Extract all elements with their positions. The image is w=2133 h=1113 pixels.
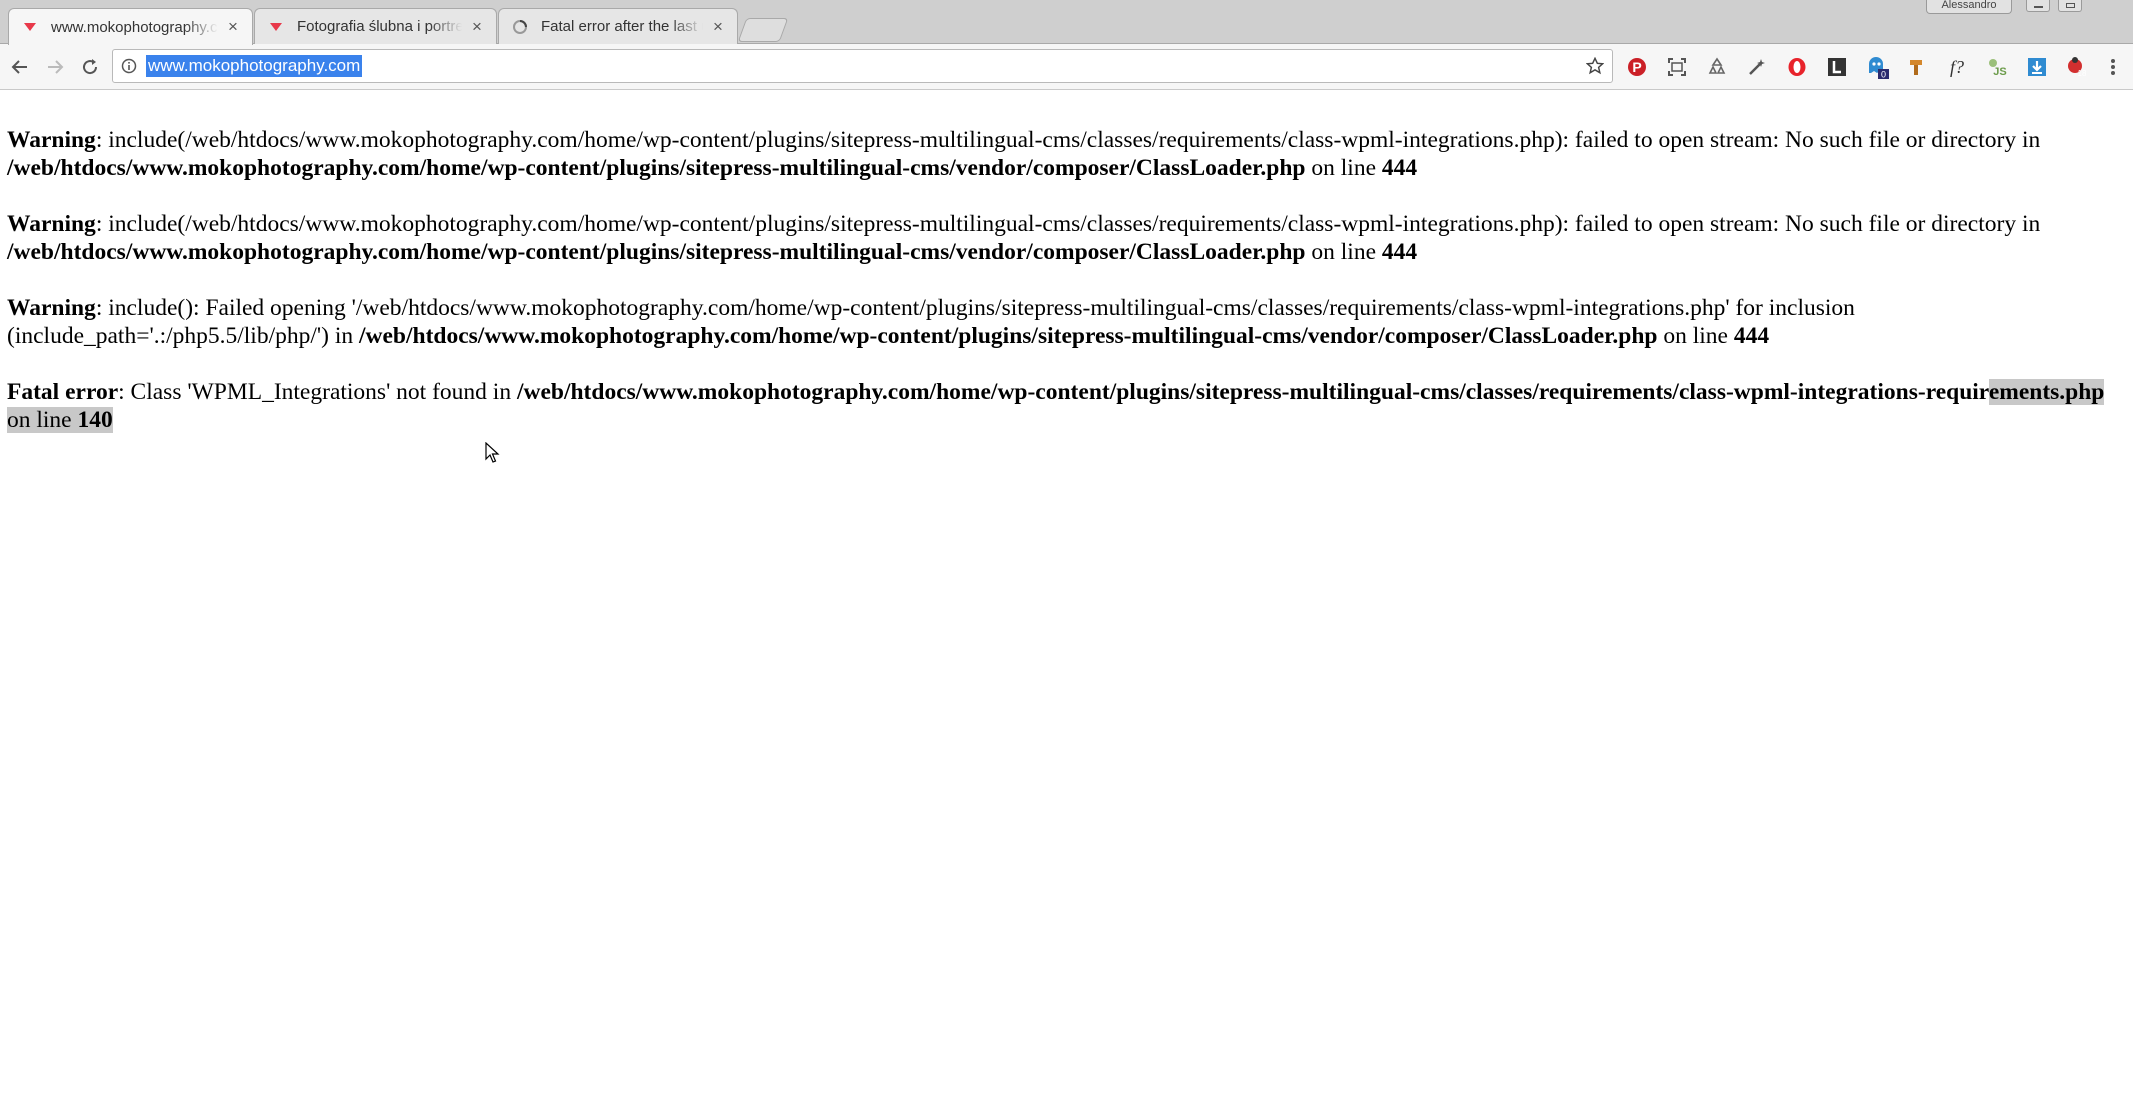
menu-icon[interactable] bbox=[2105, 55, 2121, 79]
address-bar[interactable]: www.mokophotography.com bbox=[112, 49, 1613, 83]
page-content: Warning: include(/web/htdocs/www.mokopho… bbox=[7, 126, 2107, 462]
site-info-icon[interactable] bbox=[121, 58, 137, 79]
tab-fatal-error[interactable]: Fatal error after the last update × bbox=[498, 8, 738, 44]
file-path: /web/htdocs/www.mokophotography.com/home… bbox=[7, 155, 1306, 181]
line-number: 444 bbox=[1381, 155, 1418, 181]
svg-text:JS: JS bbox=[1993, 66, 2006, 78]
tab-strip: www.mokophotography.com × Fotografia ślu… bbox=[0, 0, 2133, 45]
ladybug-icon[interactable]: 18 bbox=[2065, 55, 2089, 79]
file-path: /web/htdocs/www.mokophotography.com/home… bbox=[358, 323, 1658, 349]
line-number: 444 bbox=[1381, 239, 1418, 265]
profile-button[interactable]: Alessandro bbox=[1926, 0, 2012, 14]
error-message: Warning: include(/web/htdocs/www.mokopho… bbox=[7, 211, 2041, 265]
error-label: Fatal error bbox=[7, 379, 119, 405]
svg-text:0: 0 bbox=[1881, 70, 1886, 80]
site-heart-icon bbox=[267, 18, 285, 36]
tab-mokophotography[interactable]: www.mokophotography.com × bbox=[8, 8, 253, 45]
tab-close-icon[interactable]: × bbox=[224, 18, 242, 36]
screenshot-icon[interactable] bbox=[1665, 55, 1689, 79]
magic-wand-icon[interactable] bbox=[1745, 55, 1769, 79]
minimize-button[interactable] bbox=[2026, 0, 2050, 12]
svg-text:f?: f? bbox=[1950, 57, 1964, 77]
browser-toolbar: www.mokophotography.com P 0 f? JS 18 bbox=[0, 44, 2133, 90]
tab-close-icon[interactable]: × bbox=[709, 17, 727, 36]
loading-spinner-icon bbox=[511, 18, 529, 36]
line-number: 140 bbox=[77, 407, 113, 433]
opera-icon[interactable] bbox=[1785, 55, 1809, 79]
back-arrow-icon bbox=[11, 60, 27, 74]
mouse-cursor-icon bbox=[485, 442, 500, 463]
hammer-icon[interactable] bbox=[1905, 55, 1929, 79]
error-label: Warning bbox=[7, 295, 96, 321]
error-label: Warning bbox=[7, 127, 96, 153]
pinterest-icon[interactable]: P bbox=[1625, 55, 1649, 79]
tab-title: www.mokophotography.com bbox=[51, 18, 218, 36]
error-message: Warning: include(/web/htdocs/www.mokopho… bbox=[7, 127, 2041, 181]
forward-arrow-icon bbox=[48, 60, 64, 74]
download-icon[interactable] bbox=[2025, 55, 2049, 79]
ghostery-icon[interactable]: 0 bbox=[1865, 55, 1889, 79]
fatal-error-message: Fatal error: Class 'WPML_Integrations' n… bbox=[7, 379, 2105, 433]
lastpass-l-icon[interactable] bbox=[1825, 55, 1849, 79]
javascript-toggle-icon[interactable]: JS bbox=[1985, 55, 2009, 79]
error-message: Warning: include(): Failed opening '/web… bbox=[7, 295, 1855, 349]
url-text[interactable]: www.mokophotography.com bbox=[146, 55, 363, 77]
file-path: /web/htdocs/www.mokophotography.com/home… bbox=[7, 239, 1306, 265]
back-button[interactable] bbox=[8, 55, 32, 79]
fonts-icon[interactable]: f? bbox=[1945, 55, 1969, 79]
new-tab-button[interactable] bbox=[737, 18, 789, 42]
svg-text:P: P bbox=[1632, 59, 1641, 75]
forward-button[interactable] bbox=[43, 55, 67, 79]
tab-title: Fotografia ślubna i portretowa bbox=[297, 18, 462, 35]
file-path: /web/htdocs/www.mokophotography.com/home… bbox=[516, 379, 1989, 405]
svg-text:18: 18 bbox=[2078, 69, 2087, 78]
reload-button[interactable] bbox=[78, 55, 102, 79]
recycle-icon[interactable] bbox=[1705, 55, 1729, 79]
bookmark-star-icon[interactable] bbox=[1585, 56, 1605, 80]
site-heart-icon bbox=[21, 18, 39, 36]
line-number: 444 bbox=[1733, 323, 1770, 349]
reload-icon bbox=[83, 59, 98, 75]
tab-fotografia[interactable]: Fotografia ślubna i portretowa × bbox=[254, 8, 497, 44]
maximize-button[interactable] bbox=[2058, 0, 2082, 12]
tab-close-icon[interactable]: × bbox=[468, 17, 486, 36]
tab-title: Fatal error after the last update bbox=[541, 18, 703, 35]
error-label: Warning bbox=[7, 211, 96, 237]
